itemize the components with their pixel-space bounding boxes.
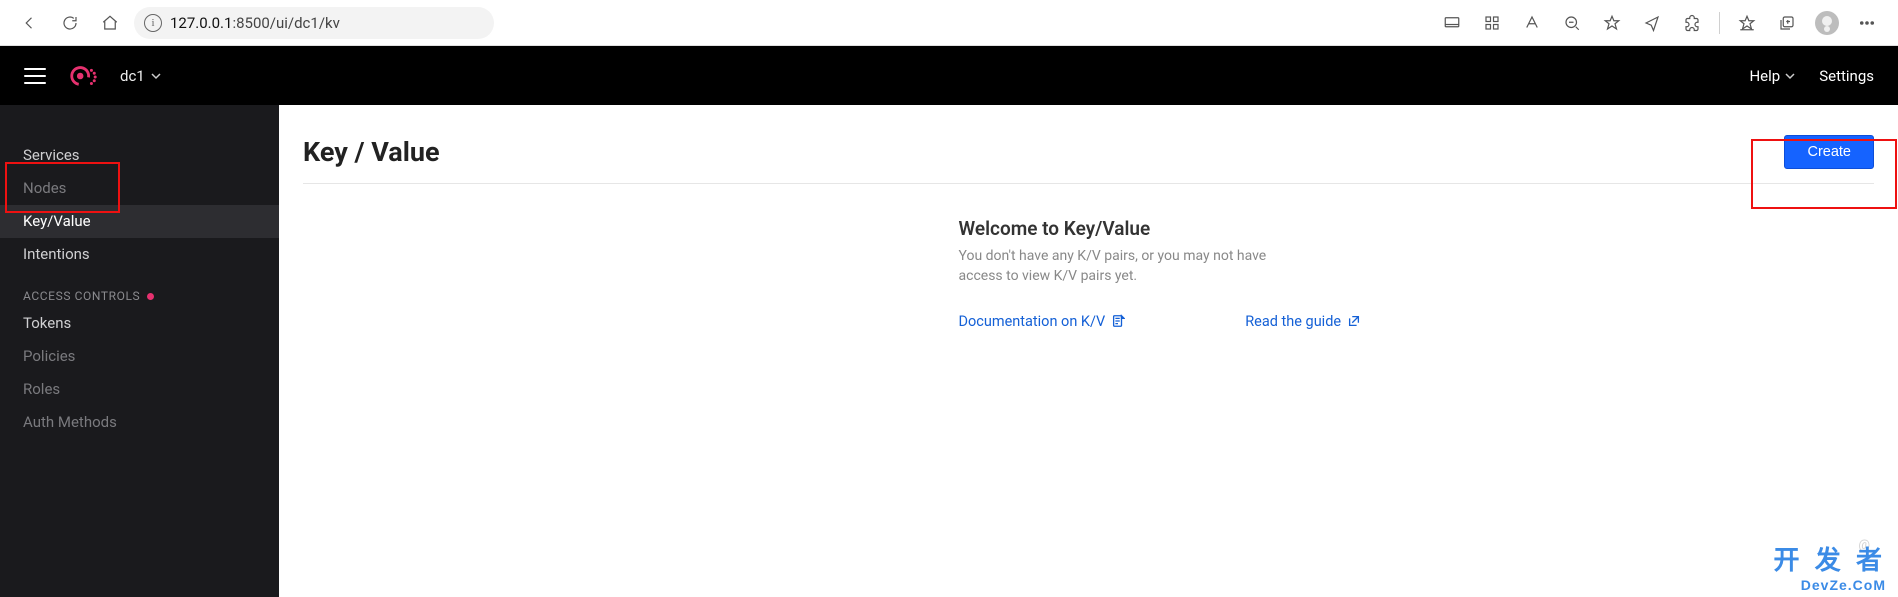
- create-button[interactable]: Create: [1784, 135, 1874, 169]
- empty-state-subtitle: You don't have any K/V pairs, or you may…: [959, 246, 1309, 287]
- link-label: Read the guide: [1245, 313, 1341, 330]
- sidebar-item-services[interactable]: Services: [0, 139, 279, 172]
- send-icon[interactable]: [1635, 7, 1669, 39]
- favorites-bar-icon[interactable]: [1730, 7, 1764, 39]
- address-bar[interactable]: i 127.0.0.1:8500/ui/dc1/kv: [134, 7, 494, 39]
- datacenter-label: dc1: [120, 67, 145, 85]
- divider: [1719, 12, 1720, 34]
- desktop-icon[interactable]: [1435, 7, 1469, 39]
- empty-state-title: Welcome to Key/Value: [959, 217, 1369, 240]
- sidebar-item-keyvalue[interactable]: Key/Value: [0, 205, 279, 238]
- consul-logo-icon: [68, 61, 98, 91]
- link-label: Documentation on K/V: [959, 313, 1106, 330]
- guide-link[interactable]: Read the guide: [1245, 313, 1361, 330]
- sidebar-item-intentions[interactable]: Intentions: [0, 238, 279, 271]
- section-label: ACCESS CONTROLS: [23, 289, 140, 303]
- site-info-icon[interactable]: i: [144, 14, 162, 32]
- chevron-down-icon: [151, 71, 161, 81]
- empty-state: Welcome to Key/Value You don't have any …: [809, 217, 1369, 330]
- home-button[interactable]: [94, 7, 126, 39]
- sidebar: Services Nodes Key/Value Intentions ACCE…: [0, 105, 279, 597]
- settings-link[interactable]: Settings: [1819, 67, 1874, 85]
- sidebar-item-policies[interactable]: Policies: [0, 340, 279, 373]
- more-icon[interactable]: [1850, 7, 1884, 39]
- sidebar-item-auth-methods[interactable]: Auth Methods: [0, 406, 279, 439]
- extension-icon[interactable]: [1675, 7, 1709, 39]
- browser-toolbar: i 127.0.0.1:8500/ui/dc1/kv: [0, 0, 1898, 46]
- datacenter-selector[interactable]: dc1: [120, 67, 161, 85]
- help-menu[interactable]: Help: [1749, 67, 1795, 85]
- sidebar-item-tokens[interactable]: Tokens: [0, 307, 279, 340]
- sidebar-item-nodes[interactable]: Nodes: [0, 172, 279, 205]
- help-label: Help: [1749, 67, 1780, 85]
- read-aloud-icon[interactable]: [1515, 7, 1549, 39]
- watermark-line2: DevZe.CoM: [1774, 577, 1886, 593]
- external-link-icon: [1347, 314, 1361, 328]
- zoom-out-icon[interactable]: [1555, 7, 1589, 39]
- watermark-brand: 开 发 者 DevZe.CoM: [1774, 540, 1886, 593]
- status-dot-icon: [147, 293, 154, 300]
- favorite-icon[interactable]: [1595, 7, 1629, 39]
- chevron-down-icon: [1785, 71, 1795, 81]
- sidebar-section-access-controls: ACCESS CONTROLS: [0, 271, 279, 307]
- main-content: Key / Value Create Welcome to Key/Value …: [279, 105, 1898, 597]
- url-text: 127.0.0.1:8500/ui/dc1/kv: [170, 14, 340, 32]
- watermark-line1: 开 发 者: [1774, 545, 1886, 575]
- collections-icon[interactable]: [1770, 7, 1804, 39]
- page-title: Key / Value: [303, 136, 440, 168]
- browser-right-icons: [1435, 7, 1884, 39]
- profile-avatar[interactable]: [1810, 7, 1844, 39]
- menu-toggle-icon[interactable]: [24, 68, 46, 84]
- refresh-button[interactable]: [54, 7, 86, 39]
- grid-icon[interactable]: [1475, 7, 1509, 39]
- documentation-link[interactable]: Documentation on K/V: [959, 313, 1126, 330]
- back-button[interactable]: [14, 7, 46, 39]
- sidebar-item-roles[interactable]: Roles: [0, 373, 279, 406]
- document-icon: [1111, 314, 1125, 328]
- app-header: dc1 Help Settings: [0, 46, 1898, 105]
